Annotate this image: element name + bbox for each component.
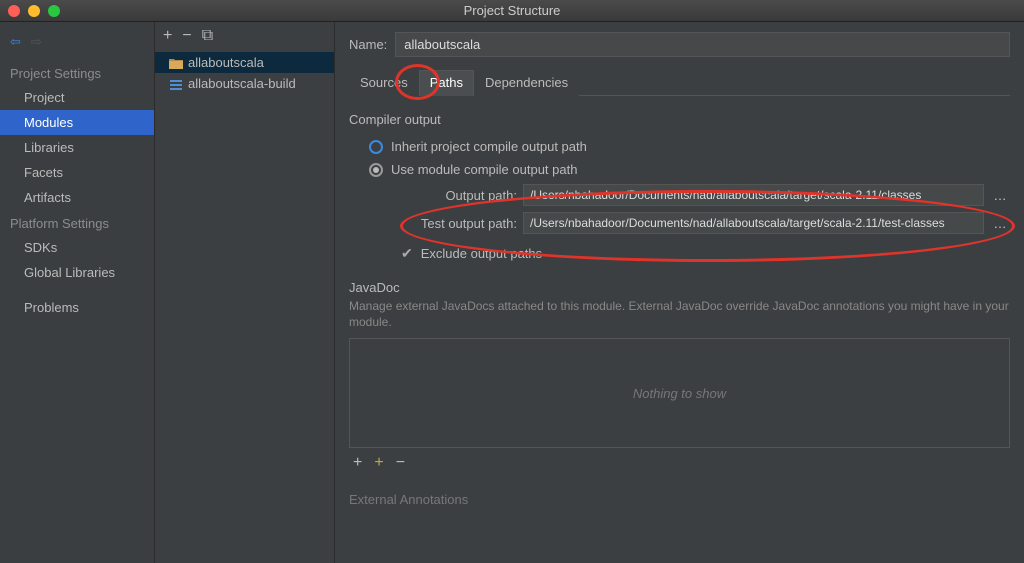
add-module-icon[interactable]: +	[163, 27, 172, 45]
module-icon	[169, 78, 183, 90]
javadoc-description: Manage external JavaDocs attached to thi…	[349, 299, 1010, 330]
external-annotations-heading: External Annotations	[349, 492, 1010, 507]
add-javadoc-url-icon[interactable]: +	[374, 454, 383, 472]
empty-placeholder: Nothing to show	[633, 386, 726, 401]
window-controls	[0, 5, 60, 17]
sidebar-heading-project: Project Settings	[0, 60, 154, 85]
sidebar-item-libraries[interactable]: Libraries	[0, 135, 154, 160]
folder-icon	[169, 57, 183, 69]
radio-icon	[369, 163, 383, 177]
maximize-button[interactable]	[48, 5, 60, 17]
tree-item-module[interactable]: allaboutscala-build	[155, 73, 334, 94]
close-button[interactable]	[8, 5, 20, 17]
checkbox-label: Exclude output paths	[421, 246, 542, 261]
module-content-panel: Name: Sources Paths Dependencies Compile…	[335, 22, 1024, 563]
tree-item-label: allaboutscala-build	[188, 76, 296, 91]
titlebar: Project Structure	[0, 0, 1024, 22]
browse-button[interactable]: …	[990, 188, 1010, 203]
sidebar-item-problems[interactable]: Problems	[0, 295, 154, 320]
radio-inherit-path[interactable]: Inherit project compile output path	[349, 135, 1010, 158]
nav-forward-icon[interactable]: ⇨	[31, 34, 42, 50]
add-javadoc-icon[interactable]: +	[353, 454, 362, 472]
test-output-path-label: Test output path:	[397, 216, 517, 231]
settings-sidebar: ⇦ ⇨ Project Settings Project Modules Lib…	[0, 22, 155, 563]
copy-module-icon[interactable]: ⧉	[202, 27, 213, 45]
tab-paths[interactable]: Paths	[419, 70, 474, 96]
minimize-button[interactable]	[28, 5, 40, 17]
module-tree-panel: + − ⧉ allaboutscala allaboutscala-build	[155, 22, 335, 563]
window-title: Project Structure	[0, 3, 1024, 18]
javadoc-heading: JavaDoc	[349, 280, 1010, 295]
name-label: Name:	[349, 37, 387, 52]
remove-javadoc-icon[interactable]: −	[396, 454, 405, 472]
output-path-input[interactable]: /Users/nbahadoor/Documents/nad/allabouts…	[523, 184, 984, 206]
tree-item-module[interactable]: allaboutscala	[155, 52, 334, 73]
sidebar-item-artifacts[interactable]: Artifacts	[0, 185, 154, 210]
sidebar-item-sdks[interactable]: SDKs	[0, 235, 154, 260]
tab-dependencies[interactable]: Dependencies	[474, 70, 579, 96]
tab-sources[interactable]: Sources	[349, 70, 419, 96]
module-name-input[interactable]	[395, 32, 1010, 57]
nav-back-icon[interactable]: ⇦	[10, 34, 21, 50]
javadoc-list: Nothing to show	[349, 338, 1010, 448]
exclude-output-checkbox[interactable]: ✔ Exclude output paths	[349, 237, 1010, 262]
sidebar-item-global-libraries[interactable]: Global Libraries	[0, 260, 154, 285]
sidebar-heading-platform: Platform Settings	[0, 210, 154, 235]
radio-use-module-path[interactable]: Use module compile output path	[349, 158, 1010, 181]
output-path-label: Output path:	[397, 188, 517, 203]
radio-icon	[369, 140, 383, 154]
sidebar-item-modules[interactable]: Modules	[0, 110, 154, 135]
checkmark-icon: ✔	[401, 245, 413, 262]
browse-button[interactable]: …	[990, 216, 1010, 231]
tree-item-label: allaboutscala	[188, 55, 264, 70]
sidebar-item-project[interactable]: Project	[0, 85, 154, 110]
remove-module-icon[interactable]: −	[182, 27, 191, 45]
compiler-output-label: Compiler output	[349, 112, 1010, 127]
radio-label: Inherit project compile output path	[391, 139, 587, 154]
module-tabs: Sources Paths Dependencies	[349, 69, 1010, 96]
radio-label: Use module compile output path	[391, 162, 577, 177]
sidebar-item-facets[interactable]: Facets	[0, 160, 154, 185]
test-output-path-input[interactable]: /Users/nbahadoor/Documents/nad/allabouts…	[523, 212, 984, 234]
